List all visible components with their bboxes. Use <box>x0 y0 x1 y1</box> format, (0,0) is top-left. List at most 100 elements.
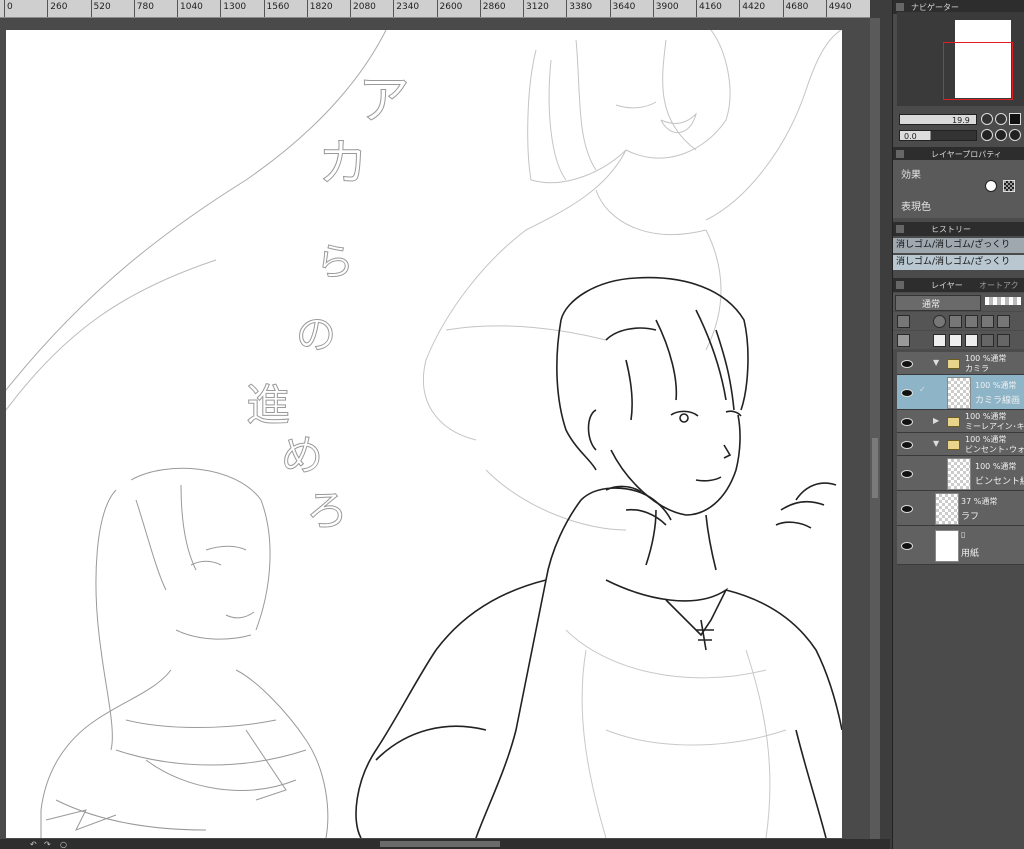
ruler-tick-label: 2860 <box>482 2 506 12</box>
lock-icon[interactable] <box>981 315 994 328</box>
layer-tab[interactable]: レイヤー オートアクション <box>893 278 1024 301</box>
folder-icon <box>947 417 960 427</box>
new-raster-layer-icon[interactable] <box>933 334 946 347</box>
rotate-right-icon[interactable]: ↷ <box>44 840 51 849</box>
new-folder-icon[interactable] <box>965 334 978 347</box>
vertical-handwritten-text: アカらの進めろ <box>246 71 411 536</box>
ruler-tick <box>306 0 308 17</box>
ruler-tick <box>350 0 351 17</box>
eye-icon[interactable] <box>901 505 913 513</box>
merge-down-icon[interactable] <box>981 334 994 347</box>
collapse-arrow-icon[interactable]: ▼ <box>933 358 939 367</box>
ruler-tick-label: 1040 <box>180 2 203 12</box>
reset-rotation-icon[interactable]: ○ <box>60 840 67 849</box>
history-item[interactable]: 消しゴム/消しゴム/ざっくり <box>893 238 1024 253</box>
ruler-tick <box>177 0 178 17</box>
zoom-row: 19.9 <box>897 112 1024 126</box>
history-tab[interactable]: ヒストリー <box>893 222 1024 236</box>
collapse-arrow-icon[interactable]: ▼ <box>933 439 939 448</box>
rotation-reset-icon[interactable] <box>1009 129 1021 141</box>
ruler-tick <box>4 0 5 17</box>
drawing-paper[interactable]: アカらの進めろ <box>6 30 842 838</box>
eye-icon[interactable] <box>901 441 913 449</box>
ruler-tick-label: 520 <box>93 2 111 12</box>
layer-row-vincent-folder[interactable]: ▼ 100 %通常 ビンセント･ウォー <box>897 433 1024 456</box>
vertical-text-char: 進 <box>246 380 290 431</box>
color-swatch-icon[interactable] <box>897 315 910 328</box>
panel-pin-icon[interactable] <box>896 225 904 233</box>
zoom-value: 19.9 <box>952 116 970 125</box>
ruler-tick <box>393 0 395 17</box>
rotate-left-icon[interactable]: ↶ <box>30 840 37 849</box>
delete-layer-icon[interactable] <box>997 334 1010 347</box>
layer-thumbnail <box>947 377 971 409</box>
layer-row-paper[interactable]: ▯ 用紙 <box>897 526 1024 565</box>
effect-label: 効果 <box>901 170 921 181</box>
eye-icon[interactable] <box>901 418 913 426</box>
horizontal-scroll-thumb[interactable] <box>380 841 500 847</box>
rotation-row: 0.0 <box>897 128 1024 142</box>
scroll-thumb[interactable] <box>872 438 878 498</box>
ruler-tick-label: 4420 <box>742 2 766 12</box>
eye-icon[interactable] <box>901 389 913 397</box>
vertical-text-char: め <box>281 431 323 480</box>
folder-icon <box>947 359 960 369</box>
effect-border-icon[interactable] <box>985 180 997 192</box>
horizontal-ruler: 0 260 520 780 1040 1300 1560 1820 2080 2340 2600 28… <box>0 0 870 18</box>
rotation-slider[interactable]: 0.0 <box>899 130 977 141</box>
ruler-tick-label: 780 <box>136 2 154 12</box>
layer-row-rough[interactable]: 37 %通常 ラフ <box>897 491 1024 526</box>
ruler-tick <box>263 0 265 17</box>
opacity-slider[interactable] <box>985 297 1021 305</box>
layer-property-panel: 効果 表現色 <box>893 160 1024 218</box>
layer-thumbnail <box>935 530 959 562</box>
eye-icon[interactable] <box>901 360 913 368</box>
ruler-tick <box>47 0 49 17</box>
ruler-tick-label: 3380 <box>569 2 593 12</box>
rotate-ccw-icon[interactable] <box>981 129 993 141</box>
layer-property-tab[interactable]: レイヤープロパティ <box>893 147 1024 161</box>
layer-row-meerline-folder[interactable]: ▶ 100 %通常 ミーレアイン･キー <box>897 410 1024 433</box>
eye-icon[interactable] <box>901 470 913 478</box>
layer-menu-icon[interactable] <box>897 334 910 347</box>
expand-arrow-icon[interactable]: ▶ <box>933 416 939 425</box>
right-panel: ナビゲーター 19.9 0.0 レイヤープロパティ 効果 表現色 ヒストリー 消… <box>892 0 1024 849</box>
canvas-area[interactable]: アカらの進めろ <box>0 18 870 839</box>
vertical-scrollbar[interactable] <box>870 18 880 839</box>
ruler-tick-label: 3640 <box>612 2 636 12</box>
effect-tone-icon[interactable] <box>1003 180 1015 192</box>
eye-icon[interactable] <box>901 542 913 550</box>
navigator-preview[interactable] <box>897 12 1024 106</box>
layer-thumbnail <box>947 458 971 490</box>
layer-row-camilla-lineart[interactable]: ✓ 100 %通常 カミラ線画 <box>897 375 1024 410</box>
ruler-tick-label: 4680 <box>785 2 809 12</box>
lock-transparency-icon[interactable] <box>997 315 1010 328</box>
panel-pin-icon[interactable] <box>896 150 904 158</box>
ruler-tick <box>782 0 784 17</box>
ruler-tick <box>652 0 654 17</box>
ruler-tick <box>523 0 524 17</box>
navigator-view-frame[interactable] <box>943 42 1013 100</box>
ruler-tick-label: 1560 <box>266 2 290 12</box>
ruler-tick-label: 2080 <box>353 2 376 12</box>
layer-row-camilla-folder[interactable]: ▼ 100 %通常 カミラ <box>897 352 1024 375</box>
ruler-tick-label: 2340 <box>396 2 420 12</box>
zoom-slider[interactable]: 19.9 <box>899 114 977 125</box>
rotate-cw-icon[interactable] <box>995 129 1007 141</box>
blend-mode-dropdown[interactable]: 通常 <box>895 295 981 311</box>
zoom-out-icon[interactable] <box>981 113 993 125</box>
new-vector-layer-icon[interactable] <box>949 334 962 347</box>
ruler-tick <box>609 0 611 17</box>
layer-row-vincent-lineart[interactable]: 100 %通常 ビンセント線画 <box>897 456 1024 491</box>
blend-mode-row: 通常 <box>893 293 1024 311</box>
folder-icon <box>947 440 960 450</box>
history-item[interactable]: 消しゴム/消しゴム/ざっくり <box>893 255 1024 270</box>
reference-icon[interactable] <box>949 315 962 328</box>
clip-icon[interactable] <box>933 315 946 328</box>
zoom-in-icon[interactable] <box>995 113 1007 125</box>
vertical-text-char: カ <box>318 134 368 192</box>
draft-icon[interactable] <box>965 315 978 328</box>
panel-pin-icon[interactable] <box>896 3 904 11</box>
fit-icon[interactable] <box>1009 113 1021 125</box>
panel-pin-icon[interactable] <box>896 281 904 289</box>
